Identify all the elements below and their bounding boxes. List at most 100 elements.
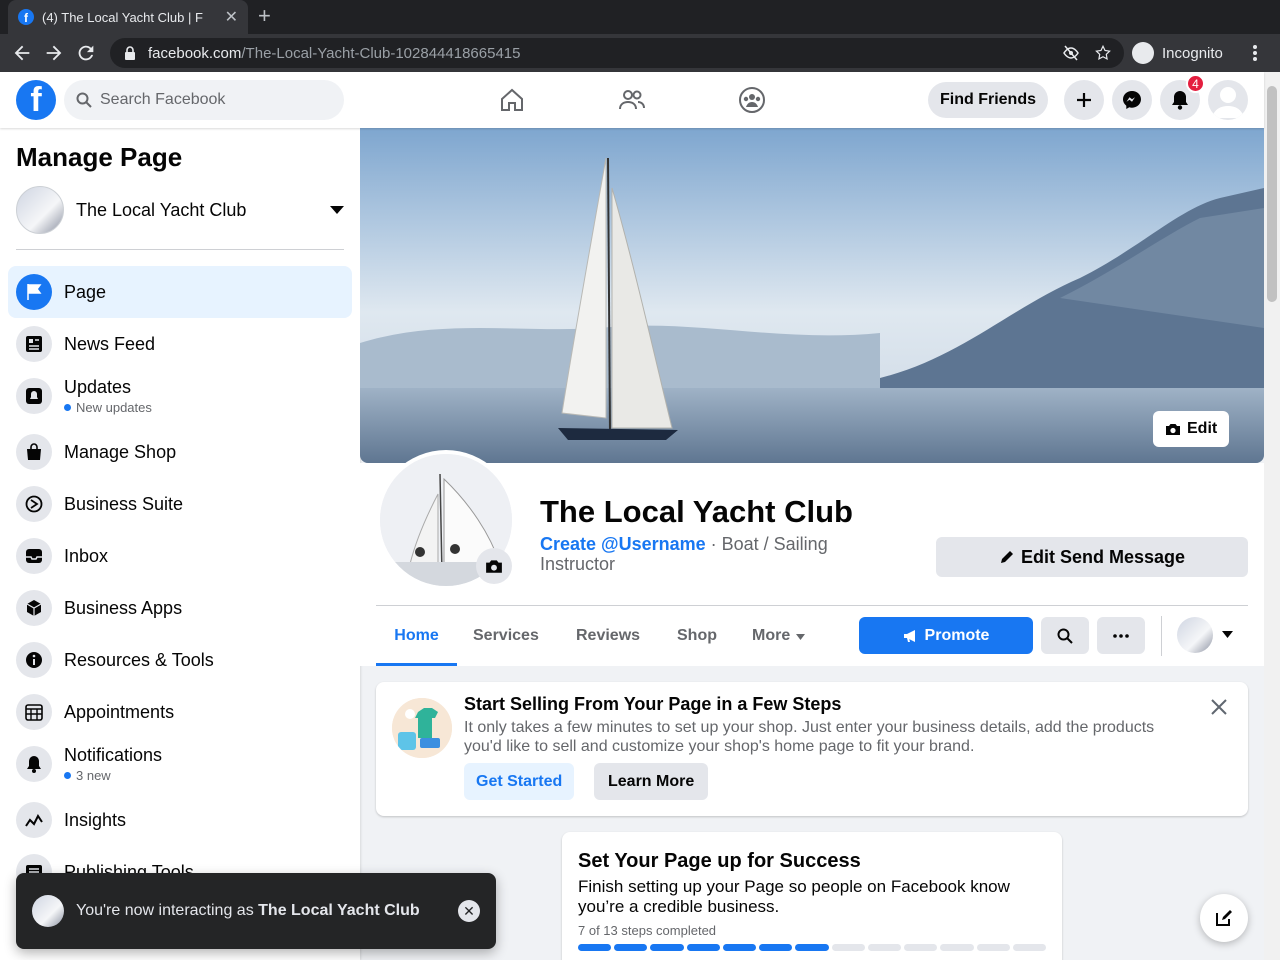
caret-down-icon <box>330 206 344 214</box>
toast-prefix: You're now interacting as <box>76 902 259 919</box>
search-placeholder: Search Facebook <box>100 91 226 108</box>
sidebar-item-inbox[interactable]: Inbox <box>8 530 352 582</box>
caret-down-icon[interactable] <box>1222 631 1233 638</box>
address-bar[interactable]: facebook.com/The-Local-Yacht-Club-102844… <box>110 38 1124 68</box>
progress-segment <box>614 944 648 951</box>
tab-services[interactable]: Services <box>473 616 539 666</box>
sidebar-item-label: Page <box>64 281 107 302</box>
friends-icon[interactable] <box>618 86 646 114</box>
edit-cover-button[interactable]: Edit <box>1153 411 1230 447</box>
close-icon[interactable] <box>1210 698 1228 716</box>
browser-tab[interactable]: f (4) The Local Yacht Club | F ✕ <box>8 0 248 34</box>
find-friends-button[interactable]: Find Friends <box>928 82 1048 118</box>
back-arrow-icon[interactable] <box>11 42 33 64</box>
sidebar-title: Manage Page <box>16 142 183 172</box>
sidebar-item-label: News Feed <box>64 333 156 354</box>
notifications-subtext: 3 new <box>76 768 111 783</box>
get-started-button[interactable]: Get Started <box>464 763 575 800</box>
progress-segment <box>867 944 902 951</box>
sidebar-item-business-apps[interactable]: Business Apps <box>8 582 352 634</box>
search-icon <box>76 92 92 108</box>
toast-page-name: The Local Yacht Club <box>258 902 420 919</box>
create-username-link[interactable]: Create @Username <box>540 534 706 554</box>
page-avatar <box>16 186 64 234</box>
caret-down-icon <box>796 634 806 640</box>
tab-home[interactable]: Home <box>376 616 457 666</box>
cube-icon <box>16 590 52 626</box>
tab-reviews[interactable]: Reviews <box>576 616 640 666</box>
sidebar-item-updates[interactable]: Updates New updates <box>8 370 352 422</box>
tabs-divider <box>376 605 1248 606</box>
browser-tab-title: (4) The Local Yacht Club | F <box>42 9 203 25</box>
sidebar-item-label: Notifications <box>64 745 163 765</box>
progress-segment <box>722 944 757 951</box>
cover-photo <box>360 128 1264 463</box>
messenger-button[interactable] <box>1112 80 1152 120</box>
plus-icon <box>1077 93 1091 107</box>
account-avatar[interactable] <box>1208 80 1248 120</box>
browser-menu-icon[interactable] <box>1252 44 1258 62</box>
sidebar-item-page[interactable]: Page <box>8 266 352 318</box>
progress-segment <box>1012 944 1047 951</box>
search-icon <box>1057 628 1073 644</box>
create-button[interactable] <box>1064 80 1104 120</box>
search-input[interactable]: Search Facebook <box>64 80 344 120</box>
more-options-button[interactable] <box>1097 617 1145 654</box>
page-switcher-name: The Local Yacht Club <box>76 199 247 220</box>
info-icon <box>16 642 52 678</box>
promote-button[interactable]: Promote <box>859 617 1033 654</box>
start-selling-card: Start Selling From Your Page in a Few St… <box>376 682 1248 816</box>
sidebar-item-label: Resources & Tools <box>64 649 214 670</box>
new-message-button[interactable] <box>1200 894 1248 942</box>
sidebar-item-resources-tools[interactable]: Resources & Tools <box>8 634 352 686</box>
toast-page-avatar <box>32 895 64 927</box>
bookmark-star-icon[interactable] <box>1094 44 1112 62</box>
sidebar-item-label: Inbox <box>64 545 109 566</box>
edit-cover-label: Edit <box>1187 420 1218 437</box>
reload-icon[interactable] <box>75 42 97 64</box>
sidebar-item-subtext: 3 new <box>64 768 162 783</box>
progress-segment <box>650 944 684 951</box>
sidebar-item-business-suite[interactable]: Business Suite <box>8 478 352 530</box>
sidebar-item-label: Updates <box>64 377 132 397</box>
url-domain: facebook.com <box>148 44 242 62</box>
sidebar-item-manage-shop[interactable]: Manage Shop <box>8 426 352 478</box>
tab-shop[interactable]: Shop <box>677 616 717 666</box>
sidebar-item-insights[interactable]: Insights <box>8 794 352 846</box>
sidebar-item-news-feed[interactable]: News Feed <box>8 318 352 370</box>
sidebar-item-notifications[interactable]: Notifications 3 new <box>8 738 352 790</box>
page-scrollbar[interactable] <box>1264 72 1280 960</box>
tab-more[interactable]: More <box>752 616 806 666</box>
forward-arrow-icon[interactable] <box>43 42 65 64</box>
sidebar-item-label: Business Suite <box>64 493 184 514</box>
new-tab-icon[interactable]: + <box>258 4 271 28</box>
facebook-logo-icon[interactable]: f <box>16 80 56 120</box>
toast-close-icon[interactable]: ✕ <box>458 900 480 922</box>
interacting-as-toast: You're now interacting as The Local Yach… <box>16 873 496 949</box>
groups-icon[interactable] <box>738 86 766 114</box>
notification-bell-icon <box>1172 91 1188 110</box>
edit-send-message-button[interactable]: Edit Send Message <box>936 537 1248 577</box>
page-title: The Local Yacht Club <box>540 494 853 529</box>
progress-segment <box>904 944 938 951</box>
page-switcher[interactable]: The Local Yacht Club <box>16 186 344 234</box>
sidebar-item-label: Manage Shop <box>64 441 177 462</box>
eye-off-icon[interactable] <box>1062 45 1080 61</box>
incognito-icon <box>1132 42 1154 64</box>
sidebar-item-label: Appointments <box>64 701 175 722</box>
learn-more-button[interactable]: Learn More <box>594 763 709 800</box>
tab-more-label: More <box>752 627 791 644</box>
scrollbar-thumb[interactable] <box>1267 86 1277 302</box>
close-tab-icon[interactable]: ✕ <box>225 7 238 27</box>
update-profile-photo-button[interactable] <box>476 548 512 584</box>
megaphone-icon <box>903 629 915 642</box>
setup-progress-bar <box>578 944 1047 951</box>
ellipsis-icon <box>1113 633 1129 638</box>
acting-as-avatar[interactable] <box>1177 617 1213 653</box>
default-avatar-icon <box>1212 87 1244 118</box>
home-icon[interactable] <box>498 86 526 114</box>
manage-page-sidebar: Manage Page The Local Yacht Club Page Ne… <box>0 128 360 960</box>
search-page-button[interactable] <box>1041 617 1089 654</box>
sidebar-item-appointments[interactable]: Appointments <box>8 686 352 738</box>
incognito-indicator[interactable]: Incognito <box>1132 38 1223 68</box>
